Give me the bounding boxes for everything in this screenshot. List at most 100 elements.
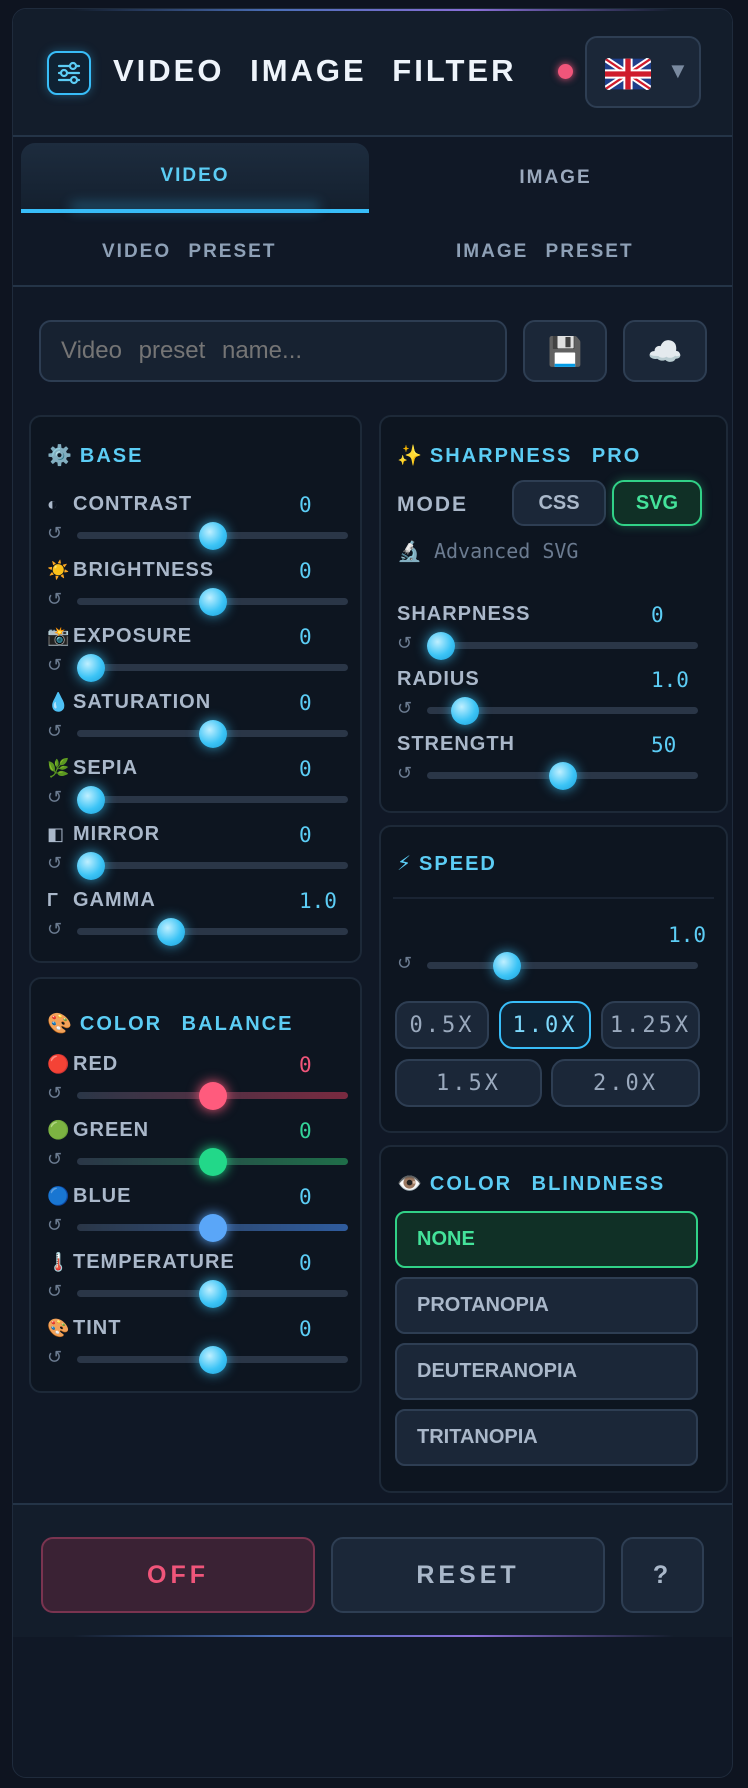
sharpness-slider-thumb[interactable] bbox=[427, 632, 455, 660]
reset-icon[interactable]: ↺ bbox=[47, 853, 62, 874]
reset-icon[interactable]: ↺ bbox=[47, 787, 62, 808]
tint-value: 0 bbox=[299, 1317, 312, 1341]
mode-css-button[interactable]: CSS bbox=[512, 480, 606, 526]
radius-label: RADIUS bbox=[397, 668, 480, 690]
reset-button[interactable]: RESET bbox=[331, 1537, 605, 1613]
reset-icon[interactable]: ↺ bbox=[397, 763, 412, 784]
preset-name-input[interactable] bbox=[39, 320, 507, 382]
chevron-down-icon: ▼ bbox=[667, 58, 689, 83]
gamma-slider-thumb[interactable] bbox=[157, 918, 186, 946]
blue-slider-thumb[interactable] bbox=[198, 1214, 227, 1242]
gamma-slider-track[interactable] bbox=[77, 928, 348, 935]
reset-icon[interactable]: ↺ bbox=[47, 919, 62, 940]
microscope-icon: 🔬 bbox=[397, 539, 422, 563]
tab-image[interactable]: IMAGE bbox=[385, 143, 726, 213]
sparkles-icon: ✨ bbox=[397, 445, 422, 467]
base-title: ⚙️ BASE bbox=[47, 445, 144, 467]
temperature-control: 🌡️ TEMPERATURE 0 ↺ bbox=[31, 1251, 360, 1317]
advanced-svg-toggle[interactable]: 🔬 Advanced SVG bbox=[397, 539, 578, 563]
gear-icon: ⚙️ bbox=[47, 445, 72, 467]
speed-option-1-0x[interactable]: 1.0X bbox=[499, 1001, 591, 1049]
cb-option-protanopia[interactable]: PROTANOPIA bbox=[395, 1277, 698, 1334]
footer: OFF RESET ? bbox=[13, 1503, 732, 1637]
sharpness-slider-track[interactable] bbox=[427, 642, 698, 649]
contrast-value: 0 bbox=[299, 493, 312, 517]
brightness-control: ☀️ BRIGHTNESS 0 ↺ bbox=[31, 559, 360, 625]
tint-label: 🎨 TINT bbox=[47, 1317, 122, 1339]
sepia-icon: 🌿 bbox=[47, 758, 70, 778]
strength-slider-thumb[interactable] bbox=[548, 762, 577, 790]
reset-icon[interactable]: ↺ bbox=[47, 589, 62, 610]
reset-icon[interactable]: ↺ bbox=[47, 1347, 62, 1368]
radius-slider-thumb[interactable] bbox=[451, 697, 480, 725]
saturation-slider-thumb[interactable] bbox=[198, 720, 227, 748]
reset-icon[interactable]: ↺ bbox=[397, 698, 412, 719]
reset-icon[interactable]: ↺ bbox=[47, 523, 62, 544]
tab-video[interactable]: VIDEO bbox=[21, 143, 369, 213]
advanced-svg-label: Advanced SVG bbox=[433, 539, 579, 563]
red-control: 🔴 RED 0 ↺ bbox=[31, 1053, 360, 1119]
mirror-control: ◧ MIRROR 0 ↺ bbox=[31, 823, 360, 889]
speed-option-2-0x[interactable]: 2.0X bbox=[551, 1059, 700, 1107]
green-control: 🟢 GREEN 0 ↺ bbox=[31, 1119, 360, 1185]
red-slider-thumb[interactable] bbox=[198, 1082, 227, 1110]
sharpness-label: SHARPNESS bbox=[397, 603, 531, 625]
preset-tabs: VIDEO PRESET IMAGE PRESET bbox=[13, 221, 732, 287]
cb-option-none[interactable]: NONE bbox=[395, 1211, 698, 1268]
off-button[interactable]: OFF bbox=[41, 1537, 315, 1613]
gamma-icon: Γ bbox=[47, 890, 58, 910]
temperature-slider-thumb[interactable] bbox=[198, 1280, 227, 1308]
reset-icon[interactable]: ↺ bbox=[47, 1281, 62, 1302]
brightness-slider-thumb[interactable] bbox=[198, 588, 227, 616]
exposure-slider-track[interactable] bbox=[77, 664, 348, 671]
sepia-slider-track[interactable] bbox=[77, 796, 348, 803]
temperature-value: 0 bbox=[299, 1251, 312, 1275]
tint-slider-thumb[interactable] bbox=[198, 1346, 227, 1374]
reset-icon[interactable]: ↺ bbox=[397, 953, 412, 974]
brightness-label: ☀️ BRIGHTNESS bbox=[47, 559, 215, 581]
brightness-icon: ☀️ bbox=[47, 560, 70, 580]
gamma-control: Γ GAMMA 1.0 ↺ bbox=[31, 889, 360, 955]
exposure-slider-thumb[interactable] bbox=[77, 654, 105, 682]
save-preset-button[interactable]: 💾 bbox=[523, 320, 607, 382]
blue-icon: 🔵 bbox=[47, 1186, 70, 1206]
sepia-slider-thumb[interactable] bbox=[77, 786, 105, 814]
speed-slider-track[interactable] bbox=[427, 962, 698, 969]
exposure-icon: 📸 bbox=[47, 626, 70, 646]
speed-title: ⚡ SPEED bbox=[397, 853, 497, 875]
cb-option-tritanopia[interactable]: TRITANOPIA bbox=[395, 1409, 698, 1466]
color-balance-panel: 🎨 COLOR BALANCE 🔴 RED 0 ↺ 🟢 GREEN 0 ↺ 🔵 BLUE 0 ↺ 🌡️ TE… bbox=[29, 977, 362, 1393]
help-button[interactable]: ? bbox=[621, 1537, 704, 1613]
mode-svg-button[interactable]: SVG bbox=[612, 480, 702, 526]
reset-icon[interactable]: ↺ bbox=[47, 721, 62, 742]
temperature-icon: 🌡️ bbox=[47, 1252, 70, 1272]
temperature-label: 🌡️ TEMPERATURE bbox=[47, 1251, 235, 1273]
cloud-sync-button[interactable]: ☁️ bbox=[623, 320, 707, 382]
sepia-label: 🌿 SEPIA bbox=[47, 757, 139, 779]
contrast-slider-thumb[interactable] bbox=[198, 522, 227, 550]
speed-slider-thumb[interactable] bbox=[492, 952, 521, 980]
mirror-slider-thumb[interactable] bbox=[77, 852, 105, 880]
floppy-disk-icon: 💾 bbox=[547, 335, 583, 367]
speed-option-0-5x[interactable]: 0.5X bbox=[395, 1001, 489, 1049]
reset-icon[interactable]: ↺ bbox=[47, 1083, 62, 1104]
reset-icon[interactable]: ↺ bbox=[47, 1149, 62, 1170]
gamma-label: Γ GAMMA bbox=[47, 889, 156, 911]
mode-label: MODE bbox=[397, 493, 468, 516]
language-selector[interactable]: ▼ bbox=[585, 36, 701, 108]
tab-image-preset[interactable]: IMAGE PRESET bbox=[456, 241, 634, 263]
tint-control: 🎨 TINT 0 ↺ bbox=[31, 1317, 360, 1383]
green-slider-thumb[interactable] bbox=[198, 1148, 227, 1176]
reset-icon[interactable]: ↺ bbox=[47, 1215, 62, 1236]
app-title: VIDEO IMAGE FILTER bbox=[113, 53, 517, 88]
cb-option-deuteranopia[interactable]: DEUTERANOPIA bbox=[395, 1343, 698, 1400]
speed-option-1-25x[interactable]: 1.25X bbox=[601, 1001, 700, 1049]
tab-video-preset[interactable]: VIDEO PRESET bbox=[102, 241, 276, 263]
reset-icon[interactable]: ↺ bbox=[397, 633, 412, 654]
reset-icon[interactable]: ↺ bbox=[47, 655, 62, 676]
red-value: 0 bbox=[299, 1053, 312, 1077]
brightness-value: 0 bbox=[299, 559, 312, 583]
mirror-slider-track[interactable] bbox=[77, 862, 348, 869]
blue-value: 0 bbox=[299, 1185, 312, 1209]
speed-option-1-5x[interactable]: 1.5X bbox=[395, 1059, 542, 1107]
